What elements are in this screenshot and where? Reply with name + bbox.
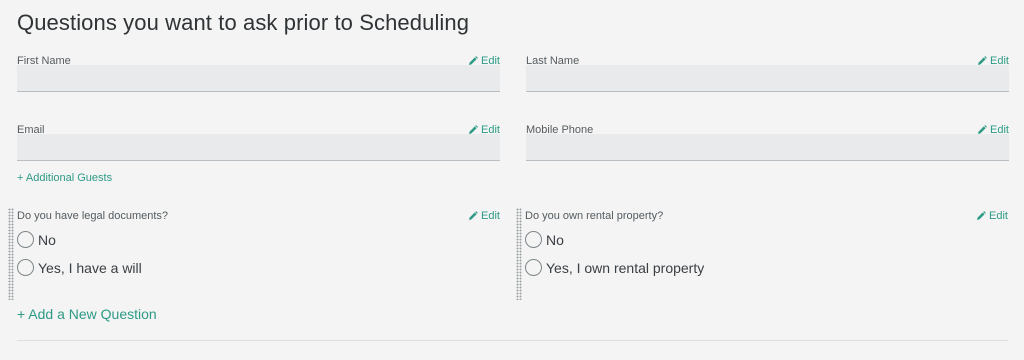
question-label: Do you have legal documents? xyxy=(17,210,169,222)
add-question-link[interactable]: + Add a New Question xyxy=(17,306,157,322)
radio-unchecked-icon[interactable] xyxy=(17,231,34,248)
drag-handle-icon[interactable] xyxy=(8,208,14,300)
email-field: Email Edit xyxy=(17,124,500,166)
radio-unchecked-icon[interactable] xyxy=(525,259,542,276)
last-name-input[interactable] xyxy=(526,65,1009,92)
question-edit-link[interactable]: Edit xyxy=(976,210,1008,222)
divider xyxy=(17,340,1008,341)
pencil-icon xyxy=(469,211,478,220)
first-name-field: First Name Edit xyxy=(17,55,500,97)
question-edit-label: Edit xyxy=(989,210,1008,222)
question-edit-label: Edit xyxy=(481,210,500,222)
mobile-phone-input[interactable] xyxy=(526,134,1009,161)
question-option[interactable]: No xyxy=(17,231,56,248)
page-title: Questions you want to ask prior to Sched… xyxy=(17,10,470,35)
question-block: Do you own rental property? Edit No Yes,… xyxy=(516,208,1008,300)
radio-unchecked-icon[interactable] xyxy=(17,259,34,276)
drag-handle-icon[interactable] xyxy=(516,208,522,300)
option-label: Yes, I have a will xyxy=(38,259,142,276)
last-name-field: Last Name Edit xyxy=(526,55,1009,97)
question-option[interactable]: No xyxy=(525,231,564,248)
question-block: Do you have legal documents? Edit No Yes… xyxy=(8,208,500,300)
option-label: No xyxy=(546,231,564,248)
mobile-phone-field: Mobile Phone Edit xyxy=(526,124,1009,166)
question-option[interactable]: Yes, I own rental property xyxy=(525,259,704,276)
first-name-input[interactable] xyxy=(17,65,500,92)
question-option[interactable]: Yes, I have a will xyxy=(17,259,142,276)
radio-unchecked-icon[interactable] xyxy=(525,231,542,248)
email-input[interactable] xyxy=(17,134,500,161)
additional-guests-link[interactable]: + Additional Guests xyxy=(17,172,112,184)
pencil-icon xyxy=(977,211,986,220)
question-edit-link[interactable]: Edit xyxy=(468,210,500,222)
option-label: Yes, I own rental property xyxy=(546,259,705,276)
option-label: No xyxy=(38,231,56,248)
question-label: Do you own rental property? xyxy=(525,210,664,222)
